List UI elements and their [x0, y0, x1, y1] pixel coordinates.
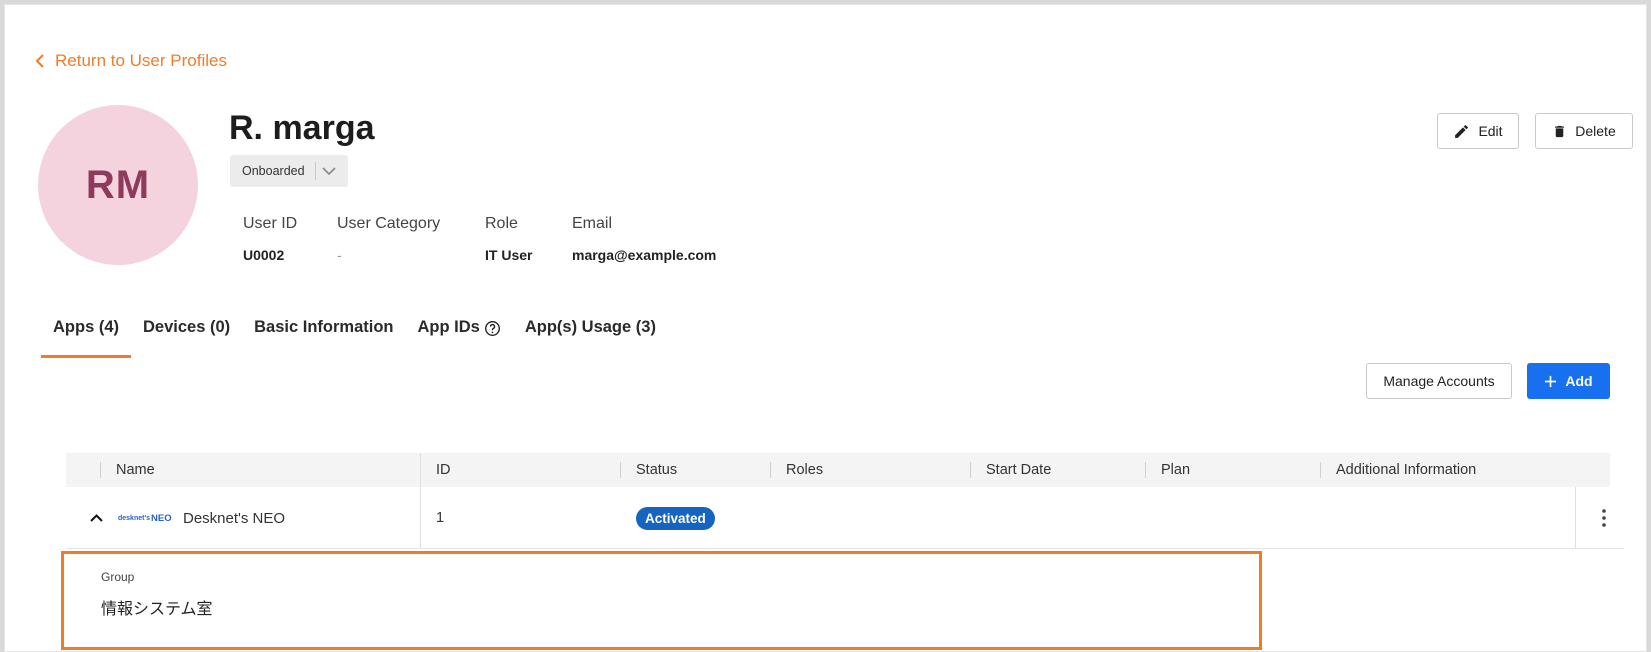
expanded-row-details: [61, 551, 1262, 650]
user-category-value: -: [337, 247, 342, 263]
row-more-options-button[interactable]: [1594, 487, 1614, 549]
app-logo-text-big: NEO: [151, 512, 172, 524]
tab-app-ids-label: App IDs: [417, 318, 480, 336]
pencil-icon: [1455, 124, 1469, 138]
question-circle-icon[interactable]: [484, 320, 501, 337]
column-header-name[interactable]: Name: [116, 453, 155, 487]
user-category-label: User Category: [337, 215, 441, 232]
tab-apps[interactable]: Apps (4): [41, 313, 131, 358]
column-header-id[interactable]: ID: [436, 453, 451, 487]
delete-button[interactable]: Delete: [1535, 113, 1633, 149]
tab-devices[interactable]: Devices (0): [131, 313, 242, 358]
column-divider[interactable]: [620, 462, 621, 478]
tab-basic-information[interactable]: Basic Information: [242, 313, 405, 358]
add-button[interactable]: Add: [1527, 363, 1610, 399]
avatar: RM: [38, 105, 198, 265]
tab-bar: Apps (4) Devices (0) Basic Information A…: [41, 313, 668, 358]
chevron-up-icon: [89, 514, 103, 522]
column-divider: [100, 462, 101, 478]
more-vertical-icon: [1602, 509, 1606, 527]
role-label: Role: [485, 215, 518, 232]
chevron-left-icon: [35, 54, 44, 68]
trash-icon: [1555, 125, 1565, 137]
edit-button[interactable]: Edit: [1437, 113, 1519, 149]
status-cell: Activated: [636, 487, 715, 549]
delete-button-label: Delete: [1575, 123, 1616, 139]
user-id-label: User ID: [243, 215, 298, 232]
return-link-label: Return to User Profiles: [55, 51, 227, 70]
email-label: Email: [572, 215, 613, 232]
actions-divider: [1575, 487, 1576, 549]
tab-basic-information-label: Basic Information: [254, 318, 394, 336]
page-title: R. marga: [229, 109, 375, 147]
role-value: IT User: [485, 247, 533, 263]
manage-accounts-label: Manage Accounts: [1383, 373, 1495, 389]
manage-accounts-button[interactable]: Manage Accounts: [1366, 363, 1512, 399]
avatar-initials: RM: [85, 162, 151, 207]
tab-apps-label: Apps (4): [53, 318, 119, 336]
status-badge: Activated: [636, 506, 715, 530]
table-header: Name ID Status Roles Start Date Plan Add…: [66, 453, 1610, 487]
tab-app-ids[interactable]: App IDs: [406, 313, 513, 358]
app-logo-text-small: desknet's: [118, 514, 151, 522]
email-value: marga@example.com: [572, 247, 717, 263]
column-divider[interactable]: [1145, 462, 1146, 478]
column-divider[interactable]: [770, 462, 771, 478]
tab-app-usage[interactable]: App(s) Usage (3): [513, 313, 668, 358]
column-header-plan[interactable]: Plan: [1161, 453, 1190, 487]
column-header-roles[interactable]: Roles: [786, 453, 823, 487]
return-to-user-profiles-link[interactable]: Return to User Profiles: [35, 51, 227, 71]
table-row: desknet's NEO Desknet's NEO 1 Activated: [66, 487, 1624, 549]
plus-icon: [1545, 375, 1557, 387]
status-select[interactable]: Onboarded: [230, 155, 348, 187]
chevron-down-icon: [316, 166, 342, 176]
app-logo: desknet's NEO: [118, 487, 172, 549]
user-id-value: U0002: [243, 247, 285, 263]
app-id: 1: [436, 510, 445, 526]
column-header-status[interactable]: Status: [636, 453, 677, 487]
collapse-row-button[interactable]: [86, 487, 106, 549]
tab-app-usage-label: App(s) Usage (3): [524, 318, 656, 336]
edit-button-label: Edit: [1478, 123, 1503, 139]
column-divider[interactable]: [1320, 462, 1321, 478]
app-frame: Return to User Profiles RM R. marga Onbo…: [4, 4, 1647, 652]
column-divider[interactable]: [970, 462, 971, 478]
group-label: Group: [101, 570, 135, 584]
column-header-additional-information[interactable]: Additional Information: [1336, 453, 1476, 487]
tab-devices-label: Devices (0): [143, 318, 231, 336]
add-button-label: Add: [1565, 373, 1593, 389]
group-value: 情報システム室: [101, 601, 213, 618]
app-name[interactable]: Desknet's NEO: [183, 487, 285, 549]
status-select-value: Onboarded: [230, 162, 316, 180]
column-header-start-date[interactable]: Start Date: [986, 453, 1051, 487]
